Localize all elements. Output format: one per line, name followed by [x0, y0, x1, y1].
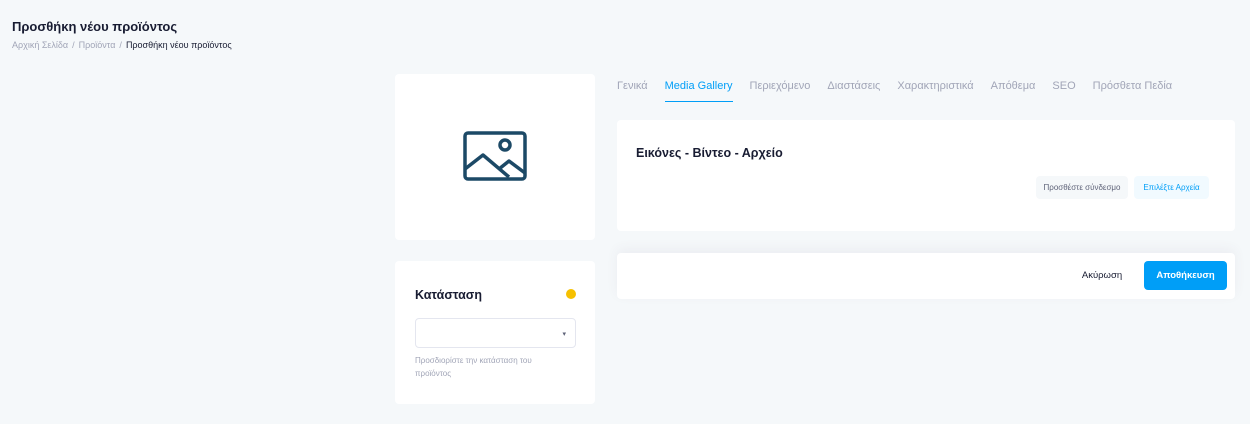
breadcrumb-current: Προσθήκη νέου προϊόντος — [125, 40, 232, 50]
image-placeholder-icon — [463, 131, 527, 181]
tab-dimensions[interactable]: Διαστάσεις — [827, 80, 880, 102]
tab-attributes[interactable]: Χαρακτηριστικά — [897, 80, 973, 102]
tab-media-gallery[interactable]: Media Gallery — [664, 80, 733, 102]
status-card: Κατάσταση ▾ Προσδιορίστε την κατάσταση τ… — [395, 261, 595, 404]
cancel-button[interactable]: Ακύρωση — [1067, 261, 1137, 290]
media-gallery-card: Εικόνες - Βίντεο - Αρχείο Προσθέστε σύνδ… — [617, 120, 1235, 231]
tab-extra-fields[interactable]: Πρόσθετα Πεδία — [1093, 80, 1173, 102]
tab-stock[interactable]: Απόθεμα — [991, 80, 1036, 102]
form-actions: Ακύρωση Αποθήκευση — [617, 253, 1235, 299]
breadcrumb-separator: / — [72, 40, 75, 50]
tab-general[interactable]: Γενικά — [617, 80, 648, 102]
tab-content[interactable]: Περιεχόμενο — [750, 80, 811, 102]
chevron-down-icon: ▾ — [562, 331, 566, 338]
product-tabs: Γενικά Media Gallery Περιεχόμενο Διαστάσ… — [617, 80, 1189, 102]
page-title: Προσθήκη νέου προϊόντος — [12, 19, 178, 34]
breadcrumb-products[interactable]: Προϊόντα — [79, 40, 116, 50]
breadcrumb: Αρχική Σελίδα / Προϊόντα / Προσθήκη νέου… — [12, 40, 232, 50]
add-link-button[interactable]: Προσθέστε σύνδεσμο — [1036, 176, 1128, 199]
thumbnail-card[interactable] — [395, 74, 595, 240]
status-select[interactable]: ▾ — [415, 318, 576, 348]
status-title: Κατάσταση — [415, 288, 482, 302]
save-button[interactable]: Αποθήκευση — [1144, 261, 1227, 290]
breadcrumb-separator: / — [119, 40, 122, 50]
breadcrumb-home[interactable]: Αρχική Σελίδα — [12, 40, 68, 50]
media-title: Εικόνες - Βίντεο - Αρχείο — [636, 146, 783, 160]
tab-seo[interactable]: SEO — [1052, 80, 1075, 102]
status-help-text: Προσδιορίστε την κατάσταση του προϊόντος — [415, 356, 532, 378]
status-indicator — [566, 289, 576, 299]
choose-files-button[interactable]: Επιλέξτε Αρχεία — [1134, 176, 1209, 199]
